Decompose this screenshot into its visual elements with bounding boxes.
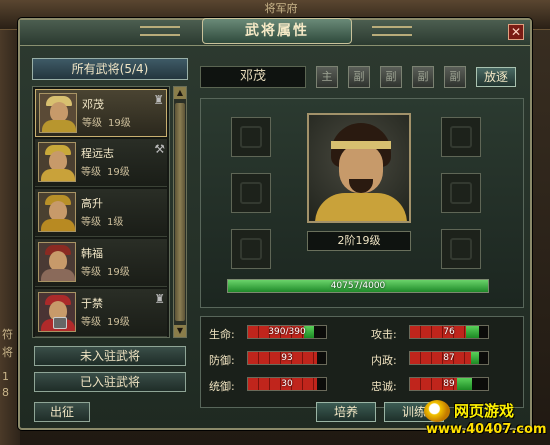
general-attributes-window: 武将属性 ✕ 所有武将(5/4) 邓茂 等级 19级 ♜ 程远志 等级 19级 … (18, 18, 532, 430)
avatar (38, 142, 76, 182)
avatar (38, 192, 76, 232)
stationed-button[interactable]: 已入驻武将 (34, 372, 186, 392)
watermark-line1: 网页游戏 (454, 402, 515, 420)
stat-row: 忠诚: 89 (371, 377, 501, 393)
experience-bar: 40757/4000 (227, 279, 489, 293)
pin-icon: ♜ (154, 292, 165, 306)
cultivate-button[interactable]: 培养 (316, 402, 376, 422)
stat-label: 内政: (371, 354, 397, 367)
stat-bar: 76 (409, 325, 489, 339)
stat-row: 防御: 93 (209, 351, 339, 367)
close-icon[interactable]: ✕ (508, 24, 524, 40)
scroll-thumb[interactable] (175, 103, 185, 321)
window-title: 武将属性 (202, 18, 352, 44)
stat-bar: 87 (409, 351, 489, 365)
background-title: 将军府 (264, 2, 298, 14)
list-item[interactable]: 高升 等级 1级 (35, 189, 167, 237)
experience-text: 40757/4000 (330, 281, 386, 291)
lock-icon (53, 317, 67, 329)
general-list-header: 所有武将(5/4) (32, 58, 188, 80)
stats-panel: 生命: 390/390 攻击: 76 防御: 93 内政: 87 统御: 30 忠诚: 89 (200, 316, 524, 408)
stat-label: 攻击: (371, 328, 397, 341)
equipment-panel: 2阶19级 40757/4000 (200, 98, 524, 308)
general-list-panel: 所有武将(5/4) 邓茂 等级 19级 ♜ 程远志 等级 19级 ⚒ 高升 等级… (32, 56, 192, 424)
general-level: 等级 1级 (81, 217, 124, 228)
stat-bar: 93 (247, 351, 327, 365)
title-ornament-right (372, 26, 412, 36)
scroll-up-icon[interactable]: ▲ (174, 87, 186, 99)
list-item[interactable]: 于禁 等级 19级 ♜ (35, 289, 167, 337)
tab-sub-1[interactable]: 副 (348, 66, 370, 88)
stat-value: 390/390 (268, 327, 306, 337)
window-titlebar: 武将属性 ✕ (20, 18, 530, 46)
game-screen: 将军府 符 将 1 8 武将属性 ✕ 所有武将(5/4) 邓茂 等级 19级 ♜… (0, 0, 550, 445)
rank-display: 2阶19级 (307, 231, 411, 251)
list-item[interactable]: 邓茂 等级 19级 ♜ (35, 89, 167, 137)
equip-slot-boots[interactable] (231, 229, 271, 269)
general-level: 等级 19级 (82, 118, 131, 129)
background-left-text: 符 (2, 328, 13, 341)
tab-sub-2[interactable]: 副 (380, 66, 402, 88)
mascot-icon (424, 400, 450, 422)
background-left-strip: 符 将 1 8 (0, 30, 20, 445)
list-scrollbar[interactable]: ▲ ▼ (173, 86, 187, 338)
stat-bar: 30 (247, 377, 327, 391)
avatar (39, 93, 77, 133)
general-level: 等级 19级 (81, 267, 130, 278)
tab-sub-4[interactable]: 副 (444, 66, 466, 88)
background-left-text: 将 (2, 346, 13, 359)
stat-label: 统御: (209, 380, 235, 393)
stat-row: 生命: 390/390 (209, 325, 339, 341)
deploy-button[interactable]: 出征 (34, 402, 90, 422)
axe-icon: ⚒ (154, 142, 165, 156)
watermark-line2: www.40407.com (426, 422, 547, 437)
background-left-text: 8 (2, 386, 9, 399)
general-portrait (307, 113, 411, 223)
list-item[interactable]: 韩福 等级 19级 (35, 239, 167, 287)
stat-bar: 390/390 (247, 325, 327, 339)
general-level: 等级 19级 (81, 167, 130, 178)
stat-row: 内政: 87 (371, 351, 501, 367)
tab-main[interactable]: 主 (316, 66, 338, 88)
general-name: 于禁 (81, 297, 103, 310)
equip-slot-helmet[interactable] (441, 117, 481, 157)
stat-bar: 89 (409, 377, 489, 391)
dismiss-button[interactable]: 放逐 (476, 67, 516, 87)
general-detail-topbar: 邓茂 主 副 副 副 副 放逐 (200, 64, 520, 90)
stat-value: 30 (281, 379, 293, 389)
stat-value: 87 (443, 353, 455, 363)
pin-icon: ♜ (153, 93, 164, 107)
general-name: 韩福 (81, 247, 103, 260)
stat-label: 忠诚: (371, 380, 397, 393)
stat-row: 统御: 30 (209, 377, 339, 393)
general-name: 邓茂 (82, 98, 104, 111)
stat-row: 攻击: 76 (371, 325, 501, 341)
equip-slot-glove[interactable] (231, 173, 271, 213)
list-item[interactable]: 程远志 等级 19级 ⚒ (35, 139, 167, 187)
general-name: 程远志 (81, 147, 114, 160)
equip-slot-cloak[interactable] (441, 229, 481, 269)
title-ornament-left (140, 26, 180, 36)
not-stationed-button[interactable]: 未入驻武将 (34, 346, 186, 366)
stat-value: 89 (443, 379, 455, 389)
scroll-down-icon[interactable]: ▼ (174, 325, 186, 337)
equip-slot-armor[interactable] (441, 173, 481, 213)
avatar (38, 292, 76, 332)
tab-sub-3[interactable]: 副 (412, 66, 434, 88)
general-name: 高升 (81, 197, 103, 210)
general-level: 等级 19级 (81, 317, 130, 328)
general-list: 邓茂 等级 19级 ♜ 程远志 等级 19级 ⚒ 高升 等级 1级 韩福 等级 … (32, 86, 170, 338)
site-watermark: 网页游戏 www.40407.com (420, 398, 550, 445)
stat-label: 防御: (209, 354, 235, 367)
equip-slot-weapon[interactable] (231, 117, 271, 157)
general-name-display: 邓茂 (200, 66, 306, 88)
avatar (38, 242, 76, 282)
stat-value: 76 (443, 327, 455, 337)
stat-value: 93 (281, 353, 293, 363)
stat-label: 生命: (209, 328, 235, 341)
background-left-text: 1 (2, 370, 9, 383)
